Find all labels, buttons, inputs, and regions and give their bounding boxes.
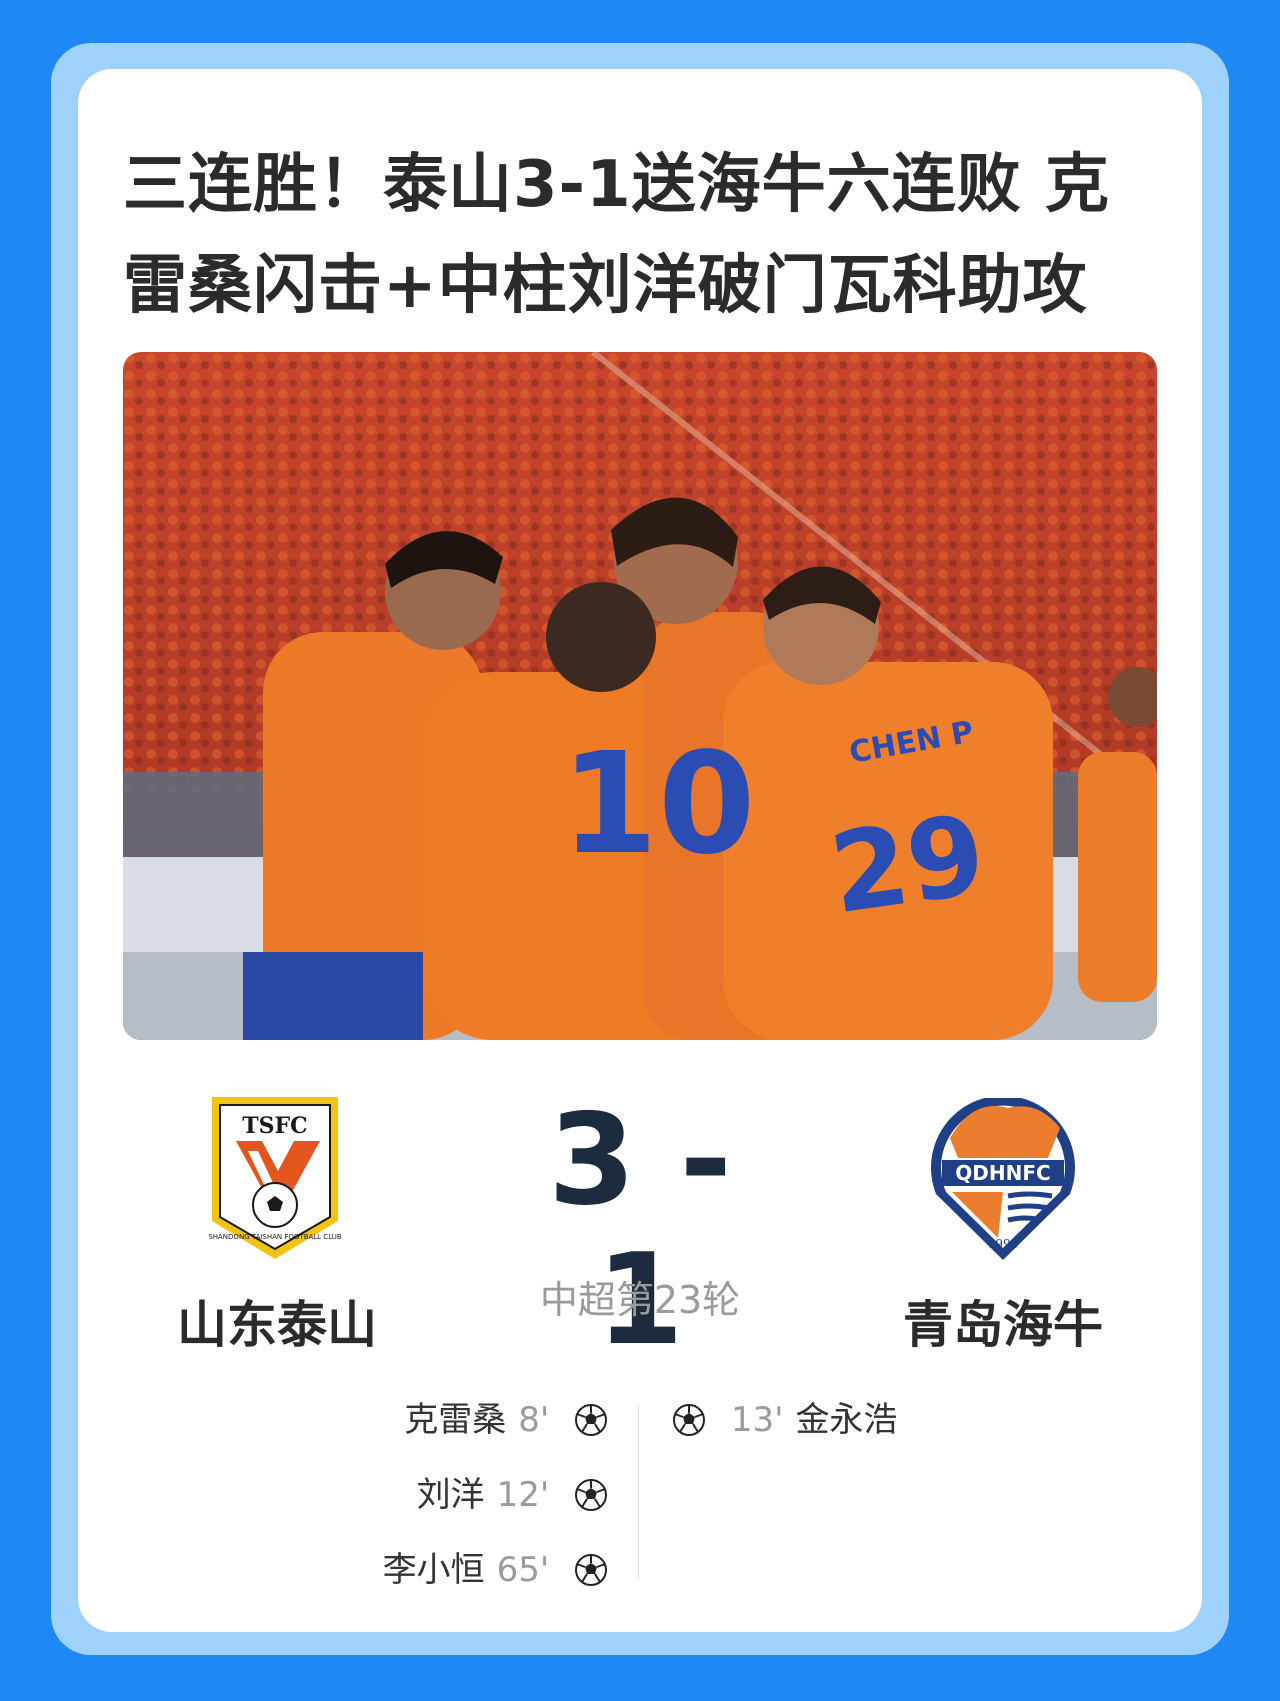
away-team-name[interactable]: 青岛海牛 <box>853 1295 1153 1355</box>
tsfc-logo-text: TSFC <box>242 1113 307 1139</box>
home-scorer-row: 刘洋 12' <box>417 1470 608 1520</box>
scorer-name: 刘洋 <box>416 1475 485 1515</box>
soccer-ball-icon <box>575 1554 607 1586</box>
home-scorer-row: 李小恒 65' <box>383 1545 608 1595</box>
scorer-name: 金永浩 <box>795 1400 898 1440</box>
soccer-ball-icon <box>575 1404 607 1436</box>
match-score: 3 - 1 <box>500 1090 780 1370</box>
away-scorer-row: 13' 金永浩 <box>672 1395 897 1445</box>
goal-minute: 13' <box>730 1400 784 1440</box>
soccer-ball-icon <box>575 1479 607 1511</box>
tsfc-ring-text: SHANDONG TAISHAN FOOTBALL CLUB <box>208 1233 342 1241</box>
shandong-taishan-logo[interactable]: TSFC SHANDONG TAISHAN FOOTBALL CLUB <box>208 1093 342 1263</box>
scorer-name: 克雷桑 <box>404 1400 507 1440</box>
jersey-number-10: 10 <box>561 723 756 886</box>
home-score: 3 <box>548 1086 636 1233</box>
scorer-name: 李小恒 <box>382 1550 485 1590</box>
match-round: 中超第23轮 <box>539 1278 741 1322</box>
goal-minute: 65' <box>496 1550 550 1590</box>
goal-minute: 8' <box>518 1400 550 1440</box>
qdhnfc-year: 1993 <box>988 1237 1019 1251</box>
soccer-ball-icon <box>673 1404 705 1436</box>
home-team-name[interactable]: 山东泰山 <box>127 1295 427 1355</box>
match-photo[interactable]: 10 29 CHEN P <box>123 352 1157 1040</box>
score-separator: - <box>679 1086 732 1233</box>
qingdao-hainiu-logo[interactable]: QDHNFC 1993 <box>928 1095 1078 1264</box>
qdhnfc-logo-text: QDHNFC <box>955 1161 1050 1185</box>
jersey-number-29: 29 <box>823 790 992 938</box>
home-scorer-row: 克雷桑 8' <box>404 1395 608 1445</box>
scorer-divider <box>638 1405 639 1580</box>
article-headline[interactable]: 三连胜！泰山3-1送海牛六连败 克雷桑闪击+中柱刘洋破门瓦科助攻 <box>123 135 1123 337</box>
goal-minute: 12' <box>496 1475 550 1515</box>
